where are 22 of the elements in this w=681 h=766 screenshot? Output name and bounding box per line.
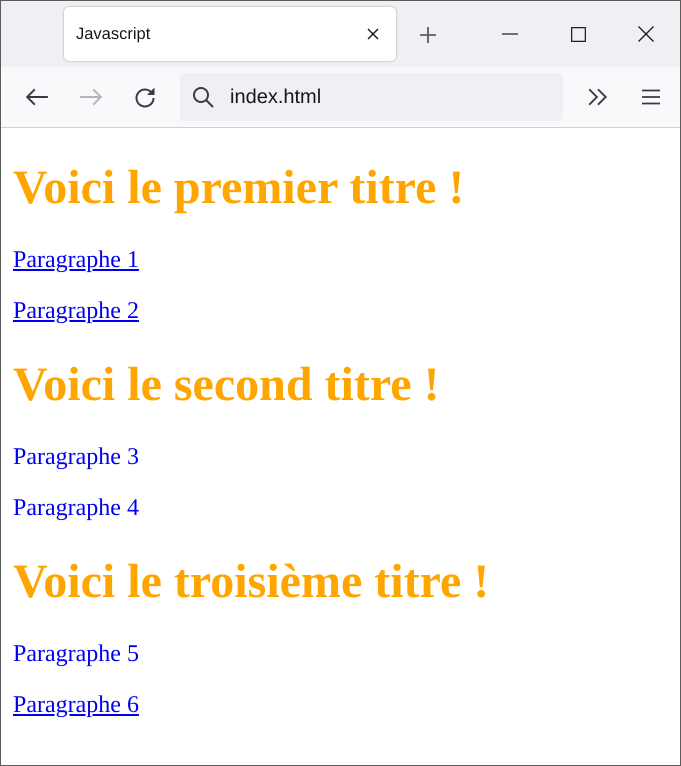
page-heading: Voici le troisième titre ! (13, 554, 490, 609)
reload-icon[interactable] (134, 86, 156, 108)
paragraph-text: Paragraphe 4 (13, 495, 139, 521)
close-icon[interactable] (638, 26, 654, 42)
back-arrow-icon[interactable] (25, 87, 49, 107)
page-heading: Voici le premier titre ! (13, 160, 466, 215)
paragraph-text: Paragraphe 5 (13, 641, 139, 667)
close-icon[interactable] (367, 28, 379, 40)
minimize-icon[interactable] (502, 33, 518, 35)
address-bar[interactable]: index.html (180, 73, 563, 121)
chevrons-icon[interactable] (587, 87, 609, 107)
menu-icon[interactable] (641, 89, 661, 105)
plus-icon[interactable] (419, 26, 437, 44)
paragraph-link[interactable]: Paragraphe 6 (13, 692, 139, 718)
paragraph-text: Paragraphe 3 (13, 444, 139, 470)
maximize-icon[interactable] (570, 26, 586, 42)
paragraph-link[interactable]: Paragraphe 2 (13, 298, 139, 324)
page-heading: Voici le second titre ! (13, 357, 441, 412)
paragraph-link[interactable]: Paragraphe 1 (13, 247, 139, 273)
search-icon (192, 86, 214, 108)
address-text: index.html (230, 86, 322, 108)
browser-tab[interactable]: Javascript (64, 7, 396, 61)
